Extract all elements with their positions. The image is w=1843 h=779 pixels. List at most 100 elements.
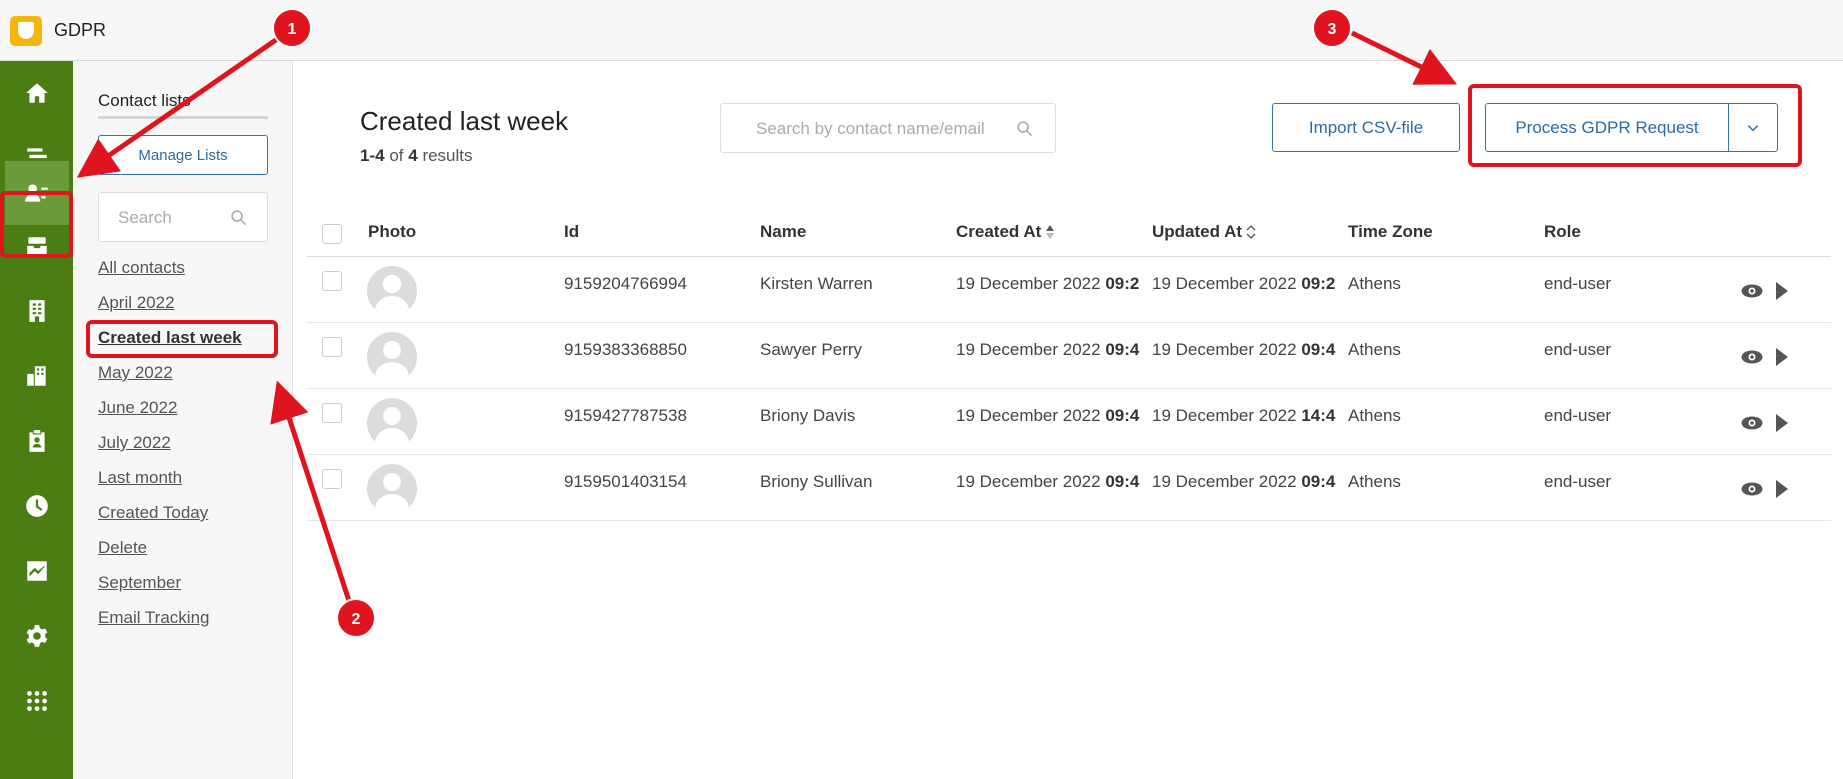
avatar bbox=[367, 398, 417, 448]
home-icon[interactable] bbox=[0, 61, 73, 125]
eye-icon[interactable] bbox=[1741, 284, 1763, 298]
table-row[interactable]: 9159383368850 Sawyer Perry 19 December 2… bbox=[307, 323, 1831, 389]
gdpr-logo-icon bbox=[10, 16, 42, 46]
play-icon[interactable] bbox=[1775, 479, 1789, 499]
list-search-input[interactable]: Search bbox=[98, 192, 268, 242]
avatar bbox=[367, 266, 417, 316]
table-row[interactable]: 9159427787538 Briony Davis 19 December 2… bbox=[307, 389, 1831, 455]
list-link-july-2022[interactable]: July 2022 bbox=[98, 432, 242, 467]
svg-text:2: 2 bbox=[352, 611, 361, 628]
app-title: GDPR bbox=[54, 20, 107, 40]
row-checkbox[interactable] bbox=[322, 403, 342, 423]
column-id[interactable]: Id bbox=[564, 222, 579, 242]
results-count: 1-4 of 4 results bbox=[360, 146, 473, 166]
column-photo: Photo bbox=[368, 222, 417, 241]
time-zone: Athens bbox=[1348, 406, 1401, 425]
list-link-last-month[interactable]: Last month bbox=[98, 467, 242, 502]
role: end-user bbox=[1544, 274, 1612, 293]
play-icon[interactable] bbox=[1775, 281, 1789, 301]
row-checkbox[interactable] bbox=[322, 469, 342, 489]
list-link-created-today[interactable]: Created Today bbox=[98, 502, 242, 537]
search-icon bbox=[231, 210, 247, 226]
updated-at: 19 December 2022 09:4 bbox=[1152, 472, 1336, 491]
eye-icon[interactable] bbox=[1741, 416, 1763, 430]
updated-at: 19 December 2022 14:4 bbox=[1152, 406, 1336, 425]
contact-id: 9159383368850 bbox=[564, 340, 687, 359]
created-at: 19 December 2022 09:4 bbox=[956, 406, 1140, 425]
results-word: results bbox=[422, 146, 473, 165]
top-bar: GDPR bbox=[0, 0, 1843, 61]
avatar bbox=[367, 332, 417, 382]
eye-icon[interactable] bbox=[1741, 482, 1763, 496]
updated-at: 19 December 2022 09:4 bbox=[1152, 340, 1336, 359]
contact-name: Briony Davis bbox=[760, 406, 856, 425]
role: end-user bbox=[1544, 472, 1612, 491]
contact-name: Kirsten Warren bbox=[760, 274, 873, 293]
eye-icon[interactable] bbox=[1741, 350, 1763, 364]
list-link-delete[interactable]: Delete bbox=[98, 537, 242, 572]
list-link-april-2022[interactable]: April 2022 bbox=[98, 292, 242, 327]
contact-id: 9159204766994 bbox=[564, 274, 687, 293]
row-checkbox[interactable] bbox=[322, 271, 342, 291]
page-title: Created last week bbox=[360, 106, 569, 136]
chart-icon[interactable] bbox=[0, 539, 73, 603]
manage-lists-button[interactable]: Manage Lists bbox=[98, 135, 268, 175]
contact-id: 9159501403154 bbox=[564, 472, 687, 491]
table-header: Photo Id Name Created At Updated At Time… bbox=[307, 212, 1831, 257]
contact-name: Sawyer Perry bbox=[760, 340, 863, 359]
badge-icon[interactable] bbox=[0, 409, 73, 473]
table-row[interactable]: 9159204766994 Kirsten Warren 19 December… bbox=[307, 257, 1831, 323]
created-at: 19 December 2022 09:4 bbox=[956, 340, 1140, 359]
column-updated-at[interactable]: Updated At bbox=[1152, 222, 1256, 242]
contact-search-input[interactable]: Search by contact name/email bbox=[720, 103, 1056, 153]
row-checkbox[interactable] bbox=[322, 337, 342, 357]
sort-asc-icon bbox=[1046, 225, 1055, 239]
list-link-all-contacts[interactable]: All contacts bbox=[98, 257, 242, 292]
results-range: 1-4 bbox=[360, 146, 385, 165]
clock-icon[interactable] bbox=[0, 474, 73, 538]
created-at: 19 December 2022 09:2 bbox=[956, 274, 1140, 293]
list-link-email-tracking[interactable]: Email Tracking bbox=[98, 607, 242, 642]
column-created-at[interactable]: Created At bbox=[956, 222, 1055, 242]
contact-name: Briony Sullivan bbox=[760, 472, 873, 491]
panel-divider bbox=[98, 116, 268, 119]
organization-icon[interactable] bbox=[0, 344, 73, 408]
contact-list-links: All contacts April 2022 Created last wee… bbox=[98, 257, 242, 642]
created-at: 19 December 2022 09:4 bbox=[956, 472, 1140, 491]
time-zone: Athens bbox=[1348, 472, 1401, 491]
import-csv-button[interactable]: Import CSV-file bbox=[1272, 103, 1460, 152]
apps-grid-icon[interactable] bbox=[0, 669, 73, 733]
gear-icon[interactable] bbox=[0, 604, 73, 668]
column-created-at-label: Created At bbox=[956, 222, 1042, 241]
role: end-user bbox=[1544, 340, 1612, 359]
gdpr-dropdown-toggle[interactable] bbox=[1728, 103, 1778, 152]
list-link-june-2022[interactable]: June 2022 bbox=[98, 397, 242, 432]
inbox-icon[interactable] bbox=[0, 215, 73, 279]
avatar bbox=[367, 464, 417, 514]
updated-at: 19 December 2022 09:2 bbox=[1152, 274, 1336, 293]
time-zone: Athens bbox=[1348, 340, 1401, 359]
list-link-created-last-week[interactable]: Created last week bbox=[98, 327, 242, 362]
process-gdpr-request-button[interactable]: Process GDPR Request bbox=[1485, 103, 1729, 152]
column-name[interactable]: Name bbox=[760, 222, 806, 242]
list-link-september[interactable]: September bbox=[98, 572, 242, 607]
search-icon bbox=[1017, 121, 1033, 137]
play-icon[interactable] bbox=[1775, 413, 1789, 433]
contact-search-placeholder: Search by contact name/email bbox=[756, 119, 985, 138]
play-icon[interactable] bbox=[1775, 347, 1789, 367]
results-of: of bbox=[389, 146, 404, 165]
nav-rail bbox=[0, 61, 73, 779]
time-zone: Athens bbox=[1348, 274, 1401, 293]
table-row[interactable]: 9159501403154 Briony Sullivan 19 Decembe… bbox=[307, 455, 1831, 521]
contact-id: 9159427787538 bbox=[564, 406, 687, 425]
select-all-checkbox[interactable] bbox=[322, 224, 342, 244]
contacts-table: Photo Id Name Created At Updated At Time… bbox=[307, 212, 1831, 521]
sort-icon bbox=[1246, 225, 1256, 239]
building-icon[interactable] bbox=[0, 279, 73, 343]
role: end-user bbox=[1544, 406, 1612, 425]
chevron-down-icon bbox=[1747, 124, 1759, 131]
list-search-placeholder: Search bbox=[118, 208, 172, 227]
column-updated-at-label: Updated At bbox=[1152, 222, 1243, 241]
list-link-may-2022[interactable]: May 2022 bbox=[98, 362, 242, 397]
column-time-zone: Time Zone bbox=[1348, 222, 1433, 241]
